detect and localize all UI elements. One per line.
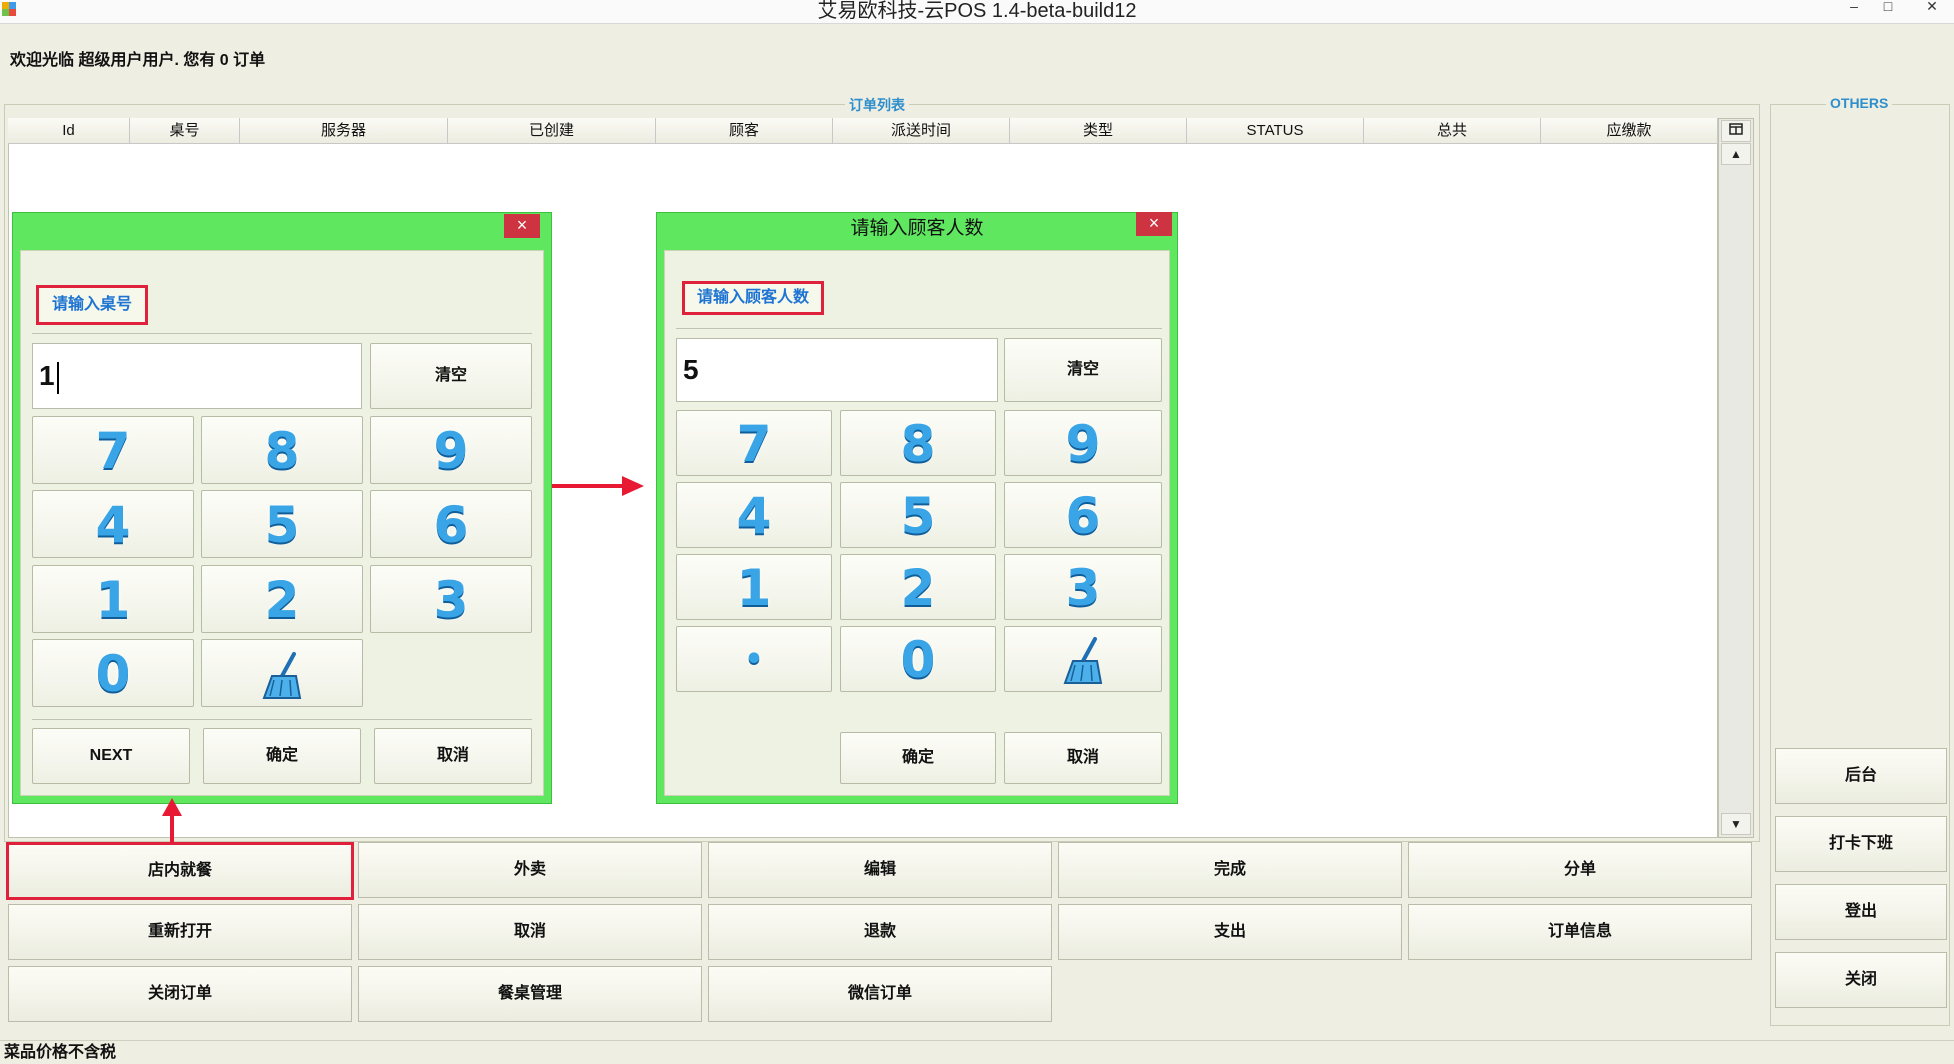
status-bar: 菜品价格不含税 — [0, 1040, 1954, 1064]
table-prompt: 请输入桌号 — [36, 285, 148, 325]
divider — [32, 333, 532, 334]
guest-key-4[interactable]: 4 — [676, 482, 832, 548]
refund-button[interactable]: 退款 — [708, 904, 1052, 960]
table-key-5[interactable]: 5 — [201, 490, 363, 558]
column-chooser-icon[interactable] — [1721, 120, 1751, 142]
order-table-scrollbar[interactable]: ▲ ▼ — [1718, 118, 1754, 838]
column-header-server[interactable]: 服务器 — [240, 118, 448, 144]
split-order-button[interactable]: 分单 — [1408, 842, 1752, 898]
guest-cancel-button[interactable]: 取消 — [1004, 732, 1162, 784]
order-list-label: 订单列表 — [845, 95, 909, 115]
column-header-created[interactable]: 已创建 — [448, 118, 656, 144]
payout-button[interactable]: 支出 — [1058, 904, 1402, 960]
guest-dialog-close-icon[interactable]: × — [1136, 212, 1172, 236]
guest-clear-button[interactable]: 清空 — [1004, 338, 1162, 402]
guest-key-3[interactable]: 3 — [1004, 554, 1162, 620]
guest-count-input[interactable]: 5 — [676, 338, 998, 402]
takeout-button[interactable]: 外卖 — [358, 842, 702, 898]
guest-key-1[interactable]: 1 — [676, 554, 832, 620]
table-key-3[interactable]: 3 — [370, 565, 532, 633]
guest-confirm-button[interactable]: 确定 — [840, 732, 996, 784]
guest-key-6[interactable]: 6 — [1004, 482, 1162, 548]
table-key-8[interactable]: 8 — [201, 416, 363, 484]
clock-out-button[interactable]: 打卡下班 — [1775, 816, 1947, 872]
column-header-id[interactable]: Id — [8, 118, 130, 144]
column-header-status[interactable]: STATUS — [1187, 118, 1364, 144]
close-order-button[interactable]: 关闭订单 — [8, 966, 352, 1022]
guest-prompt: 请输入顾客人数 — [682, 281, 824, 315]
table-management-button[interactable]: 餐桌管理 — [358, 966, 702, 1022]
logout-button[interactable]: 登出 — [1775, 884, 1947, 940]
dine-in-button[interactable]: 店内就餐 — [6, 842, 354, 900]
others-label: OTHERS — [1826, 95, 1893, 111]
close-app-button[interactable]: 关闭 — [1775, 952, 1947, 1008]
guest-count-value: 5 — [683, 354, 699, 385]
column-header-customer[interactable]: 顾客 — [656, 118, 833, 144]
guest-key-5[interactable]: 5 — [840, 482, 996, 548]
table-key-2[interactable]: 2 — [201, 565, 363, 633]
edit-button[interactable]: 编辑 — [708, 842, 1052, 898]
table-dialog-close-icon[interactable]: × — [504, 214, 540, 238]
guest-key-8[interactable]: 8 — [840, 410, 996, 476]
table-number-value: 1 — [39, 360, 55, 391]
table-backspace-button[interactable] — [201, 639, 363, 707]
table-next-button[interactable]: NEXT — [32, 728, 190, 784]
guest-key-0[interactable]: 0 — [840, 626, 996, 692]
welcome-message: 欢迎光临 超级用户用户. 您有 0 订单 — [10, 52, 266, 69]
broom-icon — [262, 652, 302, 699]
guest-backspace-button[interactable] — [1004, 626, 1162, 692]
title-bar: 艾易欧科技-云POS 1.4-beta-build12 – □ ✕ — [0, 0, 1954, 24]
minimize-button[interactable]: – — [1838, 0, 1870, 14]
table-key-1[interactable]: 1 — [32, 565, 194, 633]
table-clear-button[interactable]: 清空 — [370, 343, 532, 409]
order-table-header: Id 桌号 服务器 已创建 顾客 派送时间 类型 STATUS 总共 应缴款 — [8, 118, 1718, 144]
scroll-down-icon[interactable]: ▼ — [1721, 813, 1751, 835]
column-header-due[interactable]: 应缴款 — [1541, 118, 1718, 144]
maximize-button[interactable]: □ — [1872, 0, 1904, 14]
divider — [32, 719, 532, 720]
table-dialog-title — [12, 212, 492, 242]
column-header-table[interactable]: 桌号 — [130, 118, 240, 144]
table-key-7[interactable]: 7 — [32, 416, 194, 484]
table-number-input[interactable]: 1 — [32, 343, 362, 409]
scroll-up-icon[interactable]: ▲ — [1721, 143, 1751, 165]
column-header-total[interactable]: 总共 — [1364, 118, 1541, 144]
window-title: 艾易欧科技-云POS 1.4-beta-build12 — [817, 0, 1137, 22]
column-header-delivery-time[interactable]: 派送时间 — [833, 118, 1010, 144]
table-confirm-button[interactable]: 确定 — [203, 728, 361, 784]
close-window-button[interactable]: ✕ — [1916, 0, 1948, 14]
void-button[interactable]: 取消 — [358, 904, 702, 960]
column-header-type[interactable]: 类型 — [1010, 118, 1187, 144]
broom-icon — [1063, 637, 1103, 684]
guest-key-7[interactable]: 7 — [676, 410, 832, 476]
table-cancel-button[interactable]: 取消 — [374, 728, 532, 784]
complete-button[interactable]: 完成 — [1058, 842, 1402, 898]
arrow-up-icon — [162, 798, 182, 842]
guest-key-2[interactable]: 2 — [840, 554, 996, 620]
guest-dialog-title: 请输入顾客人数 — [850, 218, 984, 239]
table-key-6[interactable]: 6 — [370, 490, 532, 558]
order-info-button[interactable]: 订单信息 — [1408, 904, 1752, 960]
guest-key-dot[interactable]: • — [676, 626, 832, 692]
reopen-button[interactable]: 重新打开 — [8, 904, 352, 960]
backend-button[interactable]: 后台 — [1775, 748, 1947, 804]
arrow-right-icon — [552, 476, 644, 496]
table-key-4[interactable]: 4 — [32, 490, 194, 558]
guest-key-9[interactable]: 9 — [1004, 410, 1162, 476]
table-key-0[interactable]: 0 — [32, 639, 194, 707]
wechat-orders-button[interactable]: 微信订单 — [708, 966, 1052, 1022]
divider — [676, 328, 1162, 329]
table-key-9[interactable]: 9 — [370, 416, 532, 484]
text-caret — [56, 361, 59, 394]
